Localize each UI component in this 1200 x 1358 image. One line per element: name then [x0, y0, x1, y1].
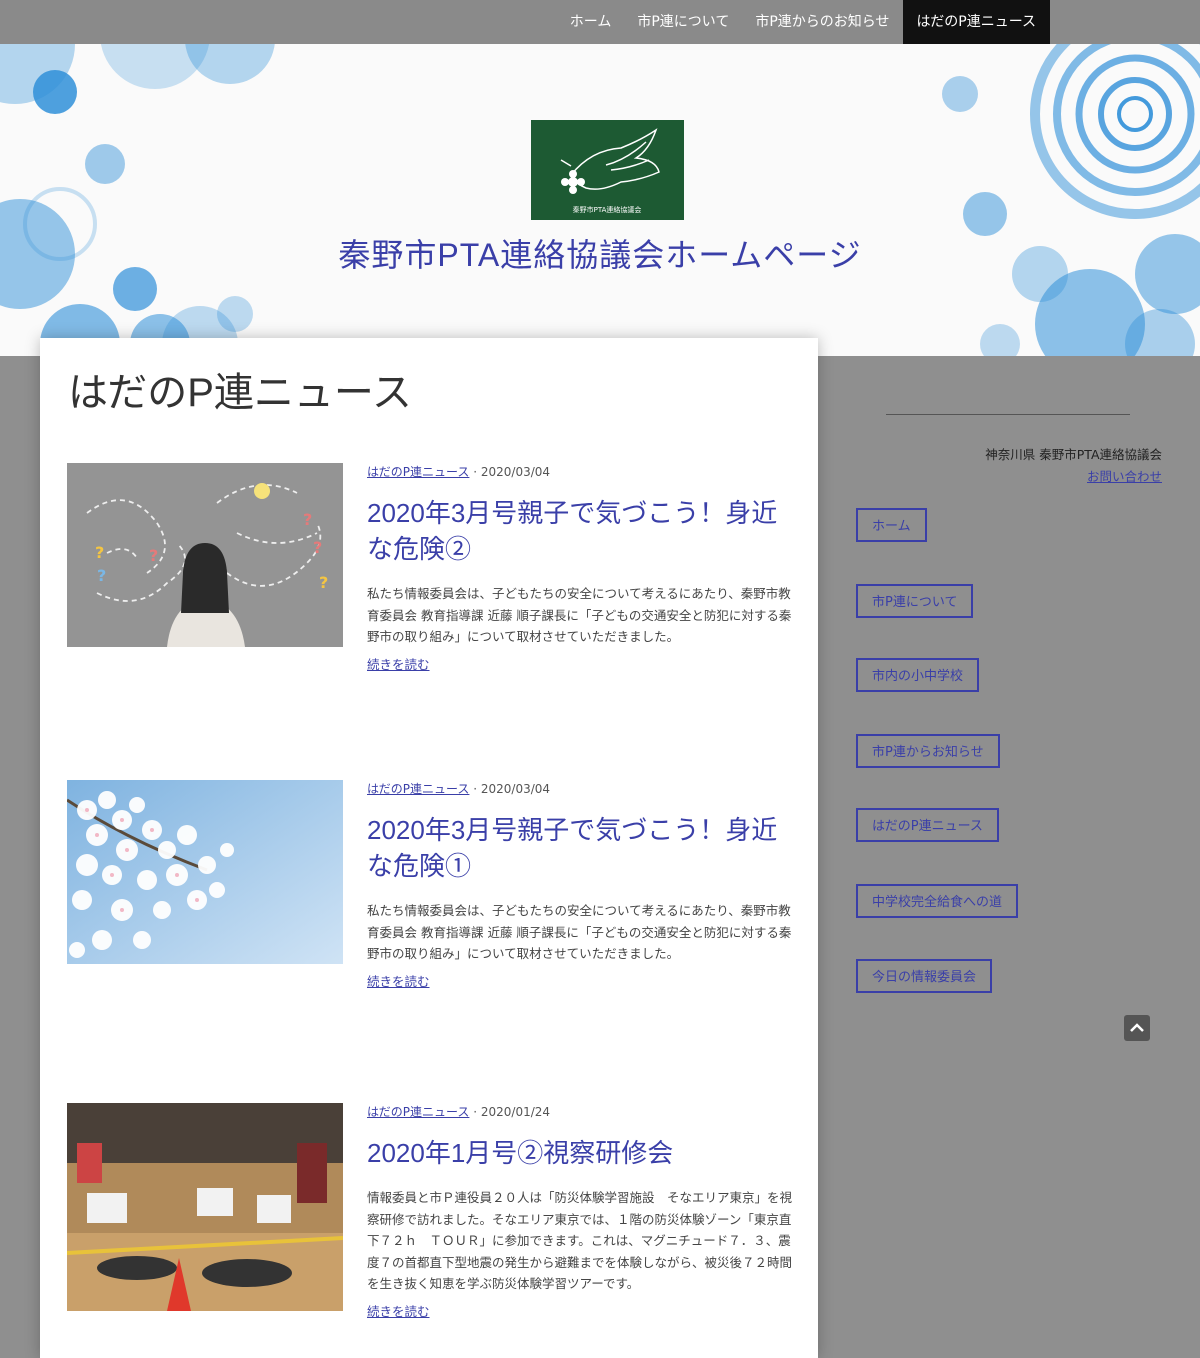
- disaster-facility-image: [67, 1103, 343, 1311]
- post-meta: はだのP連ニュース · 2020/03/04: [367, 782, 551, 796]
- svg-text:?: ?: [149, 546, 158, 565]
- contact-link[interactable]: お問い合わせ: [1087, 466, 1162, 485]
- post-thumbnail[interactable]: ? ? ? ? ? ?: [67, 463, 343, 647]
- page-title: はだのP連ニュース: [68, 371, 412, 415]
- read-more-link[interactable]: 続きを読む: [367, 971, 430, 990]
- post-thumbnail[interactable]: [67, 780, 343, 964]
- svg-text:?: ?: [313, 538, 322, 557]
- sidebar-button-schools[interactable]: 市内の小中学校: [856, 658, 980, 692]
- post-excerpt: 情報委員と市Ｐ連役員２０人は「防災体験学習施設 そなエリア東京」を視察研修で訪れ…: [367, 1190, 793, 1291]
- post-excerpt: 私たち情報委員会は、子どもたちの安全について考えるにあたり、秦野市教育委員会 教…: [367, 586, 792, 644]
- post-date: 2020/03/04: [480, 782, 551, 796]
- post-title-link[interactable]: 2020年3月号親子で気づこう！身近な危険①: [367, 812, 797, 884]
- read-more-link[interactable]: 続きを読む: [367, 1301, 430, 1320]
- site-header: 秦野市PTA連絡協議会 秦野市PTA連絡協議会ホームページ: [0, 44, 1200, 356]
- back-to-top-icon: [1130, 1023, 1144, 1032]
- back-to-top-button[interactable]: [1124, 1015, 1150, 1041]
- nav-item-about[interactable]: 市P連について: [624, 0, 742, 44]
- site-title[interactable]: 秦野市PTA連絡協議会ホームページ: [0, 230, 1200, 276]
- sidebar-button-news[interactable]: はだのP連ニュース: [856, 808, 999, 842]
- sidebar-button-info-committee[interactable]: 今日の情報委員会: [856, 959, 993, 993]
- svg-text:?: ?: [95, 543, 104, 562]
- read-more-link[interactable]: 続きを読む: [367, 654, 430, 673]
- post-title-link[interactable]: 2020年1月号②視察研修会: [367, 1135, 797, 1171]
- nav-item-news[interactable]: はだのP連ニュース: [902, 0, 1050, 44]
- sidebar-button-notices[interactable]: 市P連からお知らせ: [856, 734, 1000, 768]
- main-content: はだのP連ニュース ? ? ? ? ? ? はだのP連ニュース · 2020/0…: [40, 338, 818, 1358]
- post-category-link[interactable]: はだのP連ニュース: [367, 782, 469, 796]
- post-thumbnail[interactable]: [67, 1103, 343, 1311]
- sidebar-button-home[interactable]: ホーム: [856, 508, 927, 542]
- post-date: 2020/03/04: [480, 465, 551, 479]
- post-date: 2020/01/24: [480, 1105, 551, 1119]
- logo-dove-icon: 秦野市PTA連絡協議会: [560, 128, 660, 214]
- svg-text:秦野市PTA連絡協議会: 秦野市PTA連絡協議会: [573, 205, 642, 214]
- svg-text:?: ?: [303, 510, 312, 529]
- thinking-woman-image: ? ? ? ? ? ?: [67, 463, 343, 647]
- post-meta: はだのP連ニュース · 2020/03/04: [367, 465, 551, 479]
- post-title-link[interactable]: 2020年3月号親子で気づこう！身近な危険②: [367, 495, 797, 567]
- post-category-link[interactable]: はだのP連ニュース: [367, 465, 469, 479]
- svg-text:?: ?: [319, 573, 328, 592]
- sidebar-button-about[interactable]: 市P連について: [856, 584, 974, 618]
- nav-item-notices[interactable]: 市P連からのお知らせ: [742, 0, 902, 44]
- post-category-link[interactable]: はだのP連ニュース: [367, 1105, 469, 1119]
- post-meta: はだのP連ニュース · 2020/01/24: [367, 1105, 551, 1119]
- sidebar-button-school-lunch[interactable]: 中学校完全給食への道: [856, 884, 1019, 918]
- site-logo[interactable]: 秦野市PTA連絡協議会: [531, 120, 684, 220]
- post-excerpt: 私たち情報委員会は、子どもたちの安全について考えるにあたり、秦野市教育委員会 教…: [367, 903, 792, 961]
- top-nav: ホーム 市P連について 市P連からのお知らせ はだのP連ニュース: [0, 0, 1200, 44]
- sidebar-divider: [886, 414, 1130, 415]
- nav-item-home[interactable]: ホーム: [557, 0, 625, 44]
- svg-text:?: ?: [97, 566, 106, 585]
- cherry-blossom-image: [67, 780, 343, 964]
- sidebar-organization: 神奈川県 秦野市PTA連絡協議会: [985, 447, 1162, 462]
